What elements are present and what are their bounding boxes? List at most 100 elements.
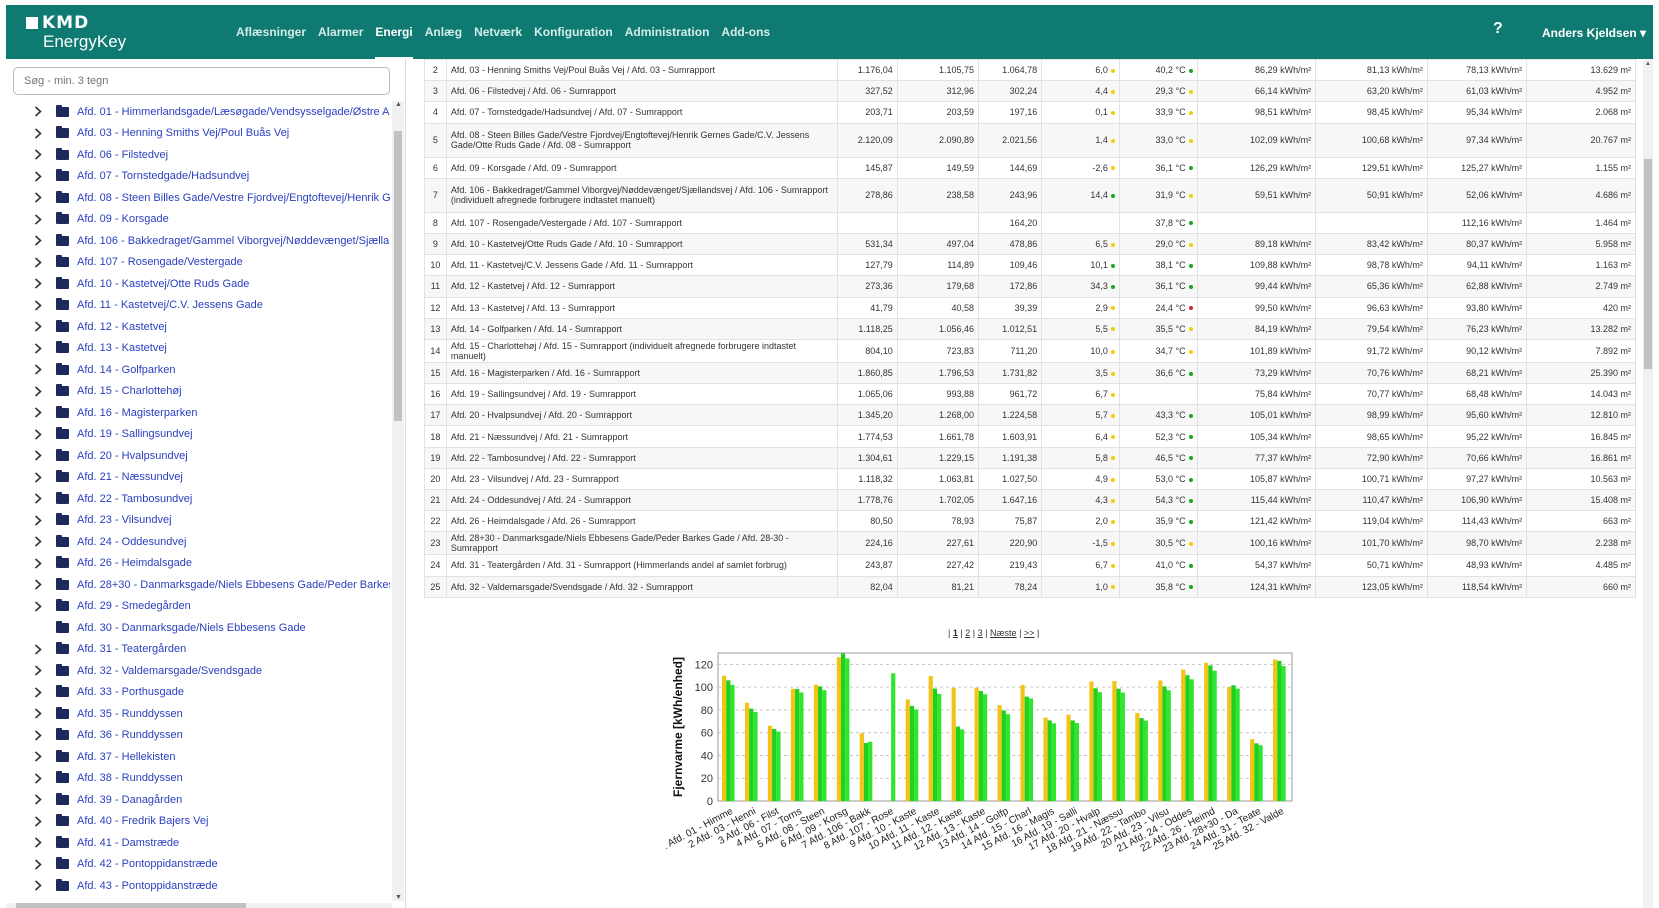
- search-input[interactable]: [13, 67, 390, 95]
- tree-item[interactable]: Afd. 35 - Runddyssen: [6, 703, 390, 725]
- tree-item[interactable]: Afd. 31 - Teatergården: [6, 639, 390, 661]
- tree-item[interactable]: Afd. 42 - Pontoppidanstræde: [6, 854, 390, 876]
- scroll-down-arrow-icon[interactable]: ▼: [395, 894, 402, 901]
- tree-item[interactable]: Afd. 09 - Korsgade: [6, 209, 390, 231]
- chevron-right-icon[interactable]: [34, 300, 56, 311]
- chevron-right-icon[interactable]: [34, 192, 56, 203]
- table-row[interactable]: 8 Afd. 107 - Rosengade/Vestergade / Afd. …: [424, 211, 1636, 234]
- chevron-right-icon[interactable]: [34, 579, 56, 590]
- help-icon[interactable]: ?: [1493, 20, 1503, 38]
- tree-item[interactable]: Afd. 41 - Damstræde: [6, 832, 390, 854]
- nav-netværk[interactable]: Netværk: [468, 5, 528, 59]
- table-row[interactable]: 25 Afd. 32 - Valdemarsgade/Svendsgade / A…: [424, 575, 1636, 598]
- tree-item[interactable]: Afd. 19 - Sallingsundvej: [6, 424, 390, 446]
- table-row[interactable]: 13 Afd. 14 - Golfparken / Afd. 14 - Sumra…: [424, 317, 1636, 340]
- chevron-right-icon[interactable]: [34, 450, 56, 461]
- tree-item[interactable]: Afd. 23 - Vilsundvej: [6, 510, 390, 532]
- chevron-right-icon[interactable]: [34, 880, 56, 891]
- tree-item[interactable]: Afd. 28+30 - Danmarksgade/Niels Ebbesens…: [6, 574, 390, 596]
- table-row[interactable]: 11 Afd. 12 - Kastetvej / Afd. 12 - Sumrap…: [424, 275, 1636, 298]
- tree-item[interactable]: Afd. 40 - Fredrik Bajers Vej: [6, 811, 390, 833]
- scroll-up-arrow-icon[interactable]: ▲: [395, 101, 402, 108]
- chevron-right-icon[interactable]: [34, 665, 56, 676]
- tree-item[interactable]: Afd. 107 - Rosengade/Vestergade: [6, 252, 390, 274]
- table-row[interactable]: 9 Afd. 10 - Kastetvej/Otte Ruds Gade / Af…: [424, 232, 1636, 256]
- tree-item[interactable]: Afd. 21 - Næssundvej: [6, 467, 390, 489]
- table-row[interactable]: 14 Afd. 15 - Charlottehøj / Afd. 15 - Sum…: [424, 338, 1636, 363]
- tree-item[interactable]: Afd. 03 - Henning Smiths Vej/Poul Buås V…: [6, 123, 390, 145]
- table-row[interactable]: 4 Afd. 07 - Tornstedgade/Hadsundvej / Afd…: [424, 101, 1636, 124]
- sidebar-scroll-thumb[interactable]: [394, 131, 402, 421]
- next-page-link[interactable]: Næste: [990, 628, 1017, 638]
- table-row[interactable]: 12 Afd. 13 - Kastetvej / Afd. 13 - Sumrap…: [424, 296, 1636, 319]
- chevron-right-icon[interactable]: [34, 644, 56, 655]
- page-2-link[interactable]: 2: [965, 628, 970, 638]
- tree-item[interactable]: Afd. 16 - Magisterparken: [6, 402, 390, 424]
- chevron-right-icon[interactable]: [34, 493, 56, 504]
- table-row[interactable]: 5 Afd. 08 - Steen Billes Gade/Vestre Fjor…: [424, 122, 1636, 158]
- table-row[interactable]: 24 Afd. 31 - Teatergården / Afd. 31 - Sum…: [424, 554, 1636, 577]
- tree-item[interactable]: Afd. 26 - Heimdalsgade: [6, 553, 390, 575]
- table-row[interactable]: 2 Afd. 03 - Henning Smiths Vej/Poul Buås …: [424, 59, 1636, 82]
- nav-aflæsninger[interactable]: Aflæsninger: [230, 5, 312, 59]
- scroll-up-arrow-icon[interactable]: ▲: [1645, 61, 1651, 67]
- table-row[interactable]: 18 Afd. 21 - Næssundvej / Afd. 21 - Sumra…: [424, 425, 1636, 448]
- chevron-right-icon[interactable]: [34, 171, 56, 182]
- tree-item[interactable]: Afd. 11 - Kastetvej/C.V. Jessens Gade: [6, 295, 390, 317]
- chevron-right-icon[interactable]: [34, 386, 56, 397]
- user-menu[interactable]: Anders Kjeldsen ▾: [1542, 26, 1646, 40]
- table-row[interactable]: 21 Afd. 24 - Oddesundvej / Afd. 24 - Sumr…: [424, 488, 1636, 512]
- sidebar-scrollbar[interactable]: ▲ ▼: [392, 101, 404, 901]
- chevron-right-icon[interactable]: [34, 429, 56, 440]
- tree-item[interactable]: Afd. 06 - Filstedvej: [6, 144, 390, 166]
- chevron-right-icon[interactable]: [34, 515, 56, 526]
- nav-anlæg[interactable]: Anlæg: [419, 5, 468, 59]
- chevron-right-icon[interactable]: [34, 128, 56, 139]
- sidebar-horizontal-scrollbar[interactable]: [6, 903, 392, 908]
- tree-item[interactable]: Afd. 07 - Tornstedgade/Hadsundvej: [6, 166, 390, 188]
- tree-item[interactable]: Afd. 43 - Pontoppidanstræde: [6, 875, 390, 897]
- chevron-right-icon[interactable]: [34, 214, 56, 225]
- chevron-right-icon[interactable]: [34, 257, 56, 268]
- tree-item[interactable]: Afd. 22 - Tambosundvej: [6, 488, 390, 510]
- sidebar-horizontal-thumb[interactable]: [16, 903, 246, 908]
- tree-item[interactable]: Afd. 32 - Valdemarsgade/Svendsgade: [6, 660, 390, 682]
- chevron-right-icon[interactable]: [34, 816, 56, 827]
- table-row[interactable]: 3 Afd. 06 - Filstedvej / Afd. 06 - Sumrap…: [424, 80, 1636, 103]
- chevron-right-icon[interactable]: [34, 235, 56, 246]
- table-row[interactable]: 16 Afd. 19 - Sallingsundvej / Afd. 19 - S…: [424, 383, 1636, 406]
- chevron-right-icon[interactable]: [34, 773, 56, 784]
- chevron-right-icon[interactable]: [34, 837, 56, 848]
- nav-alarmer[interactable]: Alarmer: [312, 5, 369, 59]
- nav-add-ons[interactable]: Add-ons: [715, 5, 776, 59]
- chevron-right-icon[interactable]: [34, 343, 56, 354]
- chevron-right-icon[interactable]: [34, 472, 56, 483]
- tree-item[interactable]: Afd. 13 - Kastetvej: [6, 338, 390, 360]
- chevron-right-icon[interactable]: [34, 558, 56, 569]
- nav-konfiguration[interactable]: Konfiguration: [528, 5, 619, 59]
- table-row[interactable]: 7 Afd. 106 - Bakkedraget/Gammel Viborgvej…: [424, 177, 1636, 213]
- tree-item[interactable]: Afd. 08 - Steen Billes Gade/Vestre Fjord…: [6, 187, 390, 209]
- chevron-right-icon[interactable]: [34, 601, 56, 612]
- tree-item[interactable]: Afd. 33 - Porthusgade: [6, 682, 390, 704]
- chevron-right-icon[interactable]: [34, 687, 56, 698]
- tree-item[interactable]: Afd. 15 - Charlottehøj: [6, 381, 390, 403]
- tree-item[interactable]: Afd. 30 - Danmarksgade/Niels Ebbesens Ga…: [6, 617, 390, 639]
- tree-item[interactable]: Afd. 14 - Golfparken: [6, 359, 390, 381]
- tree-item[interactable]: Afd. 10 - Kastetvej/Otte Ruds Gade: [6, 273, 390, 295]
- chevron-right-icon[interactable]: [34, 364, 56, 375]
- tree-item[interactable]: Afd. 36 - Runddyssen: [6, 725, 390, 747]
- chevron-right-icon[interactable]: [34, 106, 56, 117]
- tree-item[interactable]: Afd. 38 - Runddyssen: [6, 768, 390, 790]
- last-page-link[interactable]: >>: [1024, 628, 1035, 638]
- tree-item[interactable]: Afd. 39 - Danagården: [6, 789, 390, 811]
- tree-item[interactable]: Afd. 29 - Smedegården: [6, 596, 390, 618]
- table-row[interactable]: 6 Afd. 09 - Korsgade / Afd. 09 - Sumrappo…: [424, 156, 1636, 179]
- chevron-right-icon[interactable]: [34, 278, 56, 289]
- chevron-right-icon[interactable]: [34, 859, 56, 870]
- table-row[interactable]: 17 Afd. 20 - Hvalpsundvej / Afd. 20 - Sum…: [424, 404, 1636, 427]
- nav-administration[interactable]: Administration: [619, 5, 716, 59]
- main-scroll-thumb[interactable]: [1644, 159, 1652, 369]
- main-scrollbar[interactable]: ▲: [1643, 59, 1653, 908]
- page-1-link[interactable]: 1: [953, 628, 958, 638]
